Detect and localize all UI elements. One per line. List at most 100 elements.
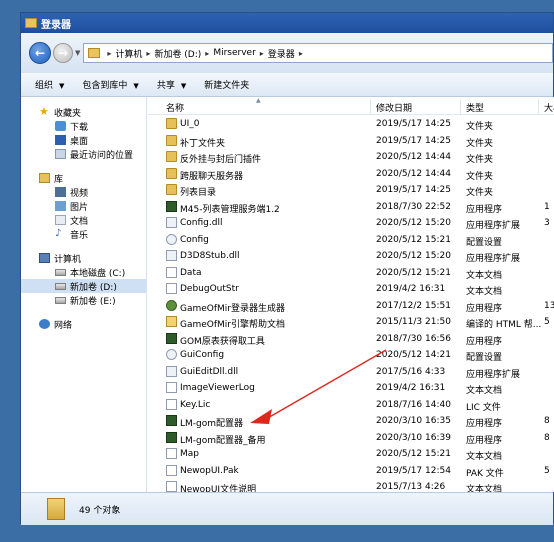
column-divider[interactable] — [370, 99, 371, 114]
file-name: GuiConfig — [180, 350, 225, 360]
file-row[interactable]: D3D8Stub.dll 2020/5/12 15:20 应用程序扩展 — [148, 248, 554, 265]
breadcrumb-mirserver[interactable]: Mirserver — [213, 48, 255, 58]
breadcrumb-current[interactable]: 登录器 — [268, 47, 295, 60]
chevron-right-icon[interactable]: ▸ — [260, 49, 264, 58]
file-type: 应用程序 — [466, 419, 503, 429]
breadcrumb-drive-d[interactable]: 新加卷 (D:) — [154, 47, 201, 60]
status-bar: 49 个对象 — [21, 492, 553, 525]
file-size: 5 — [544, 465, 550, 476]
file-row[interactable]: Key.Lic 2018/7/16 14:40 LIC 文件 — [148, 397, 554, 414]
share-button[interactable]: 共享 ▼ — [157, 78, 186, 91]
chevron-right-icon[interactable]: ▸ — [107, 49, 111, 58]
file-row[interactable]: 列表目录 2019/5/17 14:25 文件夹 — [148, 182, 554, 199]
file-type: 编译的 HTML 帮... — [466, 320, 542, 330]
file-size: 1 — [544, 201, 550, 212]
drive-icon — [55, 282, 66, 290]
file-row[interactable]: UI_0 2019/5/17 14:25 文件夹 — [148, 116, 554, 133]
file-row[interactable]: NewopUI文件说明 2015/7/13 4:26 文本文档 — [148, 479, 554, 492]
nav-downloads[interactable]: 下载 — [21, 119, 146, 133]
file-type: 文本文档 — [466, 386, 503, 396]
file-row[interactable]: LM-gom配置器 2020/3/10 16:35 应用程序 8 — [148, 413, 554, 430]
new-folder-button[interactable]: 新建文件夹 — [204, 78, 249, 91]
application-icon — [166, 332, 177, 344]
file-row[interactable]: 反外挂与封后门插件 2020/5/12 14:44 文件夹 — [148, 149, 554, 166]
chevron-right-icon[interactable]: ▸ — [146, 49, 150, 58]
nav-desktop[interactable]: 桌面 — [21, 133, 146, 147]
file-row[interactable]: LM-gom配置器_备用 2020/3/10 16:39 应用程序 8 — [148, 430, 554, 447]
file-type: 文本文档 — [466, 452, 503, 462]
file-row[interactable]: Map 2020/5/12 15:21 文本文档 — [148, 446, 554, 463]
history-dropdown-icon[interactable]: ▼ — [75, 49, 80, 57]
command-bar: 组织 ▼ 包含到库中 ▼ 共享 ▼ 新建文件夹 — [21, 73, 553, 97]
title-bar[interactable]: 登录器 — [21, 13, 553, 33]
file-name: M45-列表管理服务端1.2 — [180, 204, 280, 215]
breadcrumb-computer[interactable]: 计算机 — [115, 47, 142, 60]
nav-videos[interactable]: 视频 — [21, 185, 146, 199]
column-divider[interactable] — [460, 99, 461, 114]
file-row[interactable]: GuiEditDll.dll 2017/5/16 4:33 应用程序扩展 — [148, 364, 554, 381]
chevron-right-icon[interactable]: ▸ — [299, 49, 303, 58]
nav-recent[interactable]: 最近访问的位置 — [21, 147, 146, 161]
file-row[interactable]: NewopUI.Pak 2019/5/17 12:54 PAK 文件 5 — [148, 463, 554, 480]
file-date: 2020/5/12 14:21 — [376, 350, 451, 360]
video-icon — [55, 187, 66, 197]
file-date: 2020/5/12 14:44 — [376, 168, 451, 179]
nav-drive-d[interactable]: 新加卷 (D:) — [21, 279, 146, 293]
nav-music[interactable]: ♪ 音乐 — [21, 227, 146, 241]
file-size: 13 — [544, 300, 554, 311]
column-header-date[interactable]: 修改日期 — [376, 101, 412, 114]
file-row[interactable]: DebugOutStr 2019/4/2 16:31 文本文档 — [148, 281, 554, 298]
settings-file-icon — [166, 233, 177, 245]
file-name: GameOfMir登录器生成器 — [180, 303, 286, 314]
file-row[interactable]: GOM原表获得取工具 2018/7/30 16:56 应用程序 — [148, 331, 554, 348]
text-file-icon — [166, 481, 177, 492]
file-row[interactable]: GameOfMir引擎帮助文档 2015/11/3 21:50 编译的 HTML 帮… — [148, 314, 554, 331]
forward-button[interactable]: → — [53, 43, 73, 63]
file-row[interactable]: Config.dll 2020/5/12 15:20 应用程序扩展 3 — [148, 215, 554, 232]
file-row[interactable]: 跨服聊天服务器 2020/5/12 14:44 文件夹 — [148, 166, 554, 183]
nav-network[interactable]: 网络 — [21, 317, 146, 331]
nav-favorites[interactable]: ★ 收藏夹 — [21, 105, 146, 119]
nav-documents[interactable]: 文档 — [21, 213, 146, 227]
column-header-type[interactable]: 类型 — [466, 101, 484, 114]
file-row[interactable]: ImageViewerLog 2019/4/2 16:31 文本文档 — [148, 380, 554, 397]
column-divider[interactable] — [538, 99, 539, 114]
file-row[interactable]: GuiConfig 2020/5/12 14:21 配置设置 — [148, 347, 554, 364]
star-icon: ★ — [39, 105, 49, 118]
address-bar[interactable]: ▸ 计算机 ▸ 新加卷 (D:) ▸ Mirserver ▸ 登录器 ▸ — [83, 43, 553, 63]
nav-drive-e[interactable]: 新加卷 (E:) — [21, 293, 146, 307]
file-date: 2020/5/12 15:20 — [376, 218, 451, 228]
file-name: NewopUI文件说明 — [180, 485, 257, 492]
file-size: 8 — [544, 416, 550, 426]
drive-icon — [55, 268, 66, 276]
back-button[interactable]: ← — [29, 42, 51, 64]
file-name: DebugOutStr — [180, 284, 239, 294]
downloads-icon — [55, 121, 66, 131]
file-date: 2017/12/2 15:51 — [376, 300, 451, 311]
nav-pictures[interactable]: 图片 — [21, 199, 146, 213]
folder-icon — [88, 48, 101, 58]
file-name: LM-gom配置器 — [180, 419, 244, 429]
folder-icon — [47, 498, 65, 520]
file-name: Data — [180, 267, 202, 278]
file-type: 文本文档 — [466, 270, 503, 281]
file-row[interactable]: GameOfMir登录器生成器 2017/12/2 15:51 应用程序 13 — [148, 298, 554, 315]
folder-icon — [166, 167, 177, 179]
include-library-button[interactable]: 包含到库中 ▼ — [82, 78, 138, 91]
computer-icon — [39, 253, 50, 263]
file-row[interactable]: Config 2020/5/12 15:21 配置设置 — [148, 232, 554, 249]
column-header-size[interactable]: 大小 — [544, 101, 554, 114]
chevron-right-icon[interactable]: ▸ — [205, 49, 209, 58]
chevron-down-icon: ▼ — [133, 82, 139, 90]
drive-icon — [55, 296, 66, 304]
nav-computer[interactable]: 计算机 — [21, 251, 146, 265]
nav-drive-c[interactable]: 本地磁盘 (C:) — [21, 265, 146, 279]
file-row[interactable]: 补丁文件夹 2019/5/17 14:25 文件夹 — [148, 133, 554, 150]
file-row[interactable]: M45-列表管理服务端1.2 2018/7/30 22:52 应用程序 1 — [148, 199, 554, 216]
column-header-name[interactable]: 名称 — [166, 101, 184, 114]
nav-library[interactable]: 库 — [21, 171, 146, 185]
organize-button[interactable]: 组织 ▼ — [35, 78, 64, 91]
picture-icon — [55, 201, 66, 211]
file-row[interactable]: Data 2020/5/12 15:21 文本文档 — [148, 265, 554, 282]
file-type: 文件夹 — [466, 188, 494, 198]
